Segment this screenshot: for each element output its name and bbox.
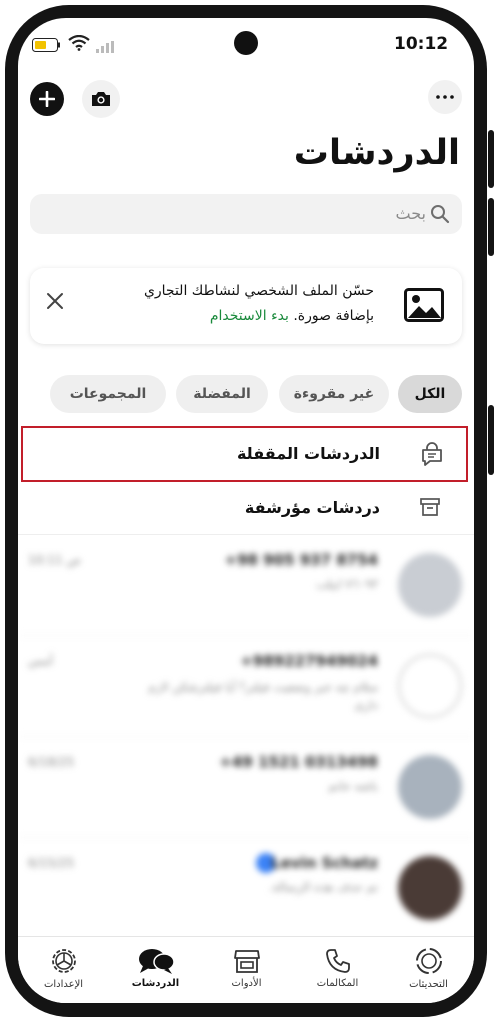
chat-time: أمس: [28, 654, 54, 668]
chat-name: +98 905 937 8754: [224, 551, 378, 569]
filter-all[interactable]: الكل: [398, 375, 462, 413]
filter-favorites[interactable]: المفضلة: [176, 375, 268, 413]
wifi-icon: [68, 34, 90, 55]
page-title: الدردشات: [293, 133, 460, 173]
plus-icon: [39, 91, 55, 107]
tab-settings-label: الإعدادات: [43, 979, 84, 990]
tab-chats[interactable]: الدردشات: [110, 937, 201, 1003]
avatar: [398, 553, 462, 617]
chat-preview: تم حذف هذه الرسالة.: [268, 880, 378, 894]
screen: 10:12 الدردشات بحث حسّن الملف الشخصي لنش…: [18, 18, 474, 1003]
chat-row[interactable]: +989227949024 سلام چه خبر وضعیت فیلتر؟ آ…: [18, 636, 474, 737]
more-icon: [436, 95, 454, 99]
tab-calls[interactable]: المكالمات: [292, 937, 383, 1003]
avatar: [398, 654, 462, 718]
chat-time: 6/18/25: [28, 755, 75, 769]
image-icon: [404, 288, 444, 326]
tab-chats-label: الدردشات: [131, 978, 180, 989]
chats-icon: [138, 949, 175, 974]
camera-button[interactable]: [82, 80, 120, 118]
chat-name: +989227949024: [240, 652, 378, 670]
get-started-link[interactable]: بدء الاستخدام: [210, 308, 289, 324]
tab-updates-label: التحديثات: [409, 979, 448, 990]
updates-icon: [415, 948, 442, 974]
chat-preview: باشه خانم: [328, 779, 378, 793]
chat-row[interactable]: +49 1521 0313498 باشه خانم 6/18/25: [18, 737, 474, 838]
bottom-tab-bar: التحديثات المكالمات الأدوات الدردشات الإ…: [18, 936, 474, 1003]
avatar: [398, 856, 462, 920]
close-icon[interactable]: [46, 292, 64, 314]
chat-preview: ٧٦٠٩٣ ابيلب: [315, 577, 378, 591]
tab-tools[interactable]: الأدوات: [201, 937, 292, 1003]
more-options-button[interactable]: [428, 80, 462, 114]
banner-text: بإضافة صورة. بدء الاستخدام: [210, 308, 374, 324]
camera-icon: [92, 92, 110, 106]
chat-row[interactable]: +98 905 937 8754 ٧٦٠٩٣ ابيلب 10:11 ص: [18, 535, 474, 636]
search-icon: [430, 204, 450, 228]
chat-row[interactable]: Levin Schatz تم حذف هذه الرسالة. 6/15/25: [18, 838, 474, 938]
phone-icon: [325, 949, 350, 973]
filter-unread[interactable]: غير مقروءة: [279, 375, 389, 413]
tab-settings[interactable]: الإعدادات: [18, 937, 109, 1003]
business-profile-banner: حسّن الملف الشخصي لنشاطك التجاري بإضافة …: [30, 268, 462, 344]
tab-tools-label: الأدوات: [231, 978, 262, 989]
volume-down-button: [488, 198, 494, 256]
archived-chats-label: دردشات مؤرشفة: [244, 498, 380, 517]
battery-icon: [32, 37, 62, 56]
tab-updates[interactable]: التحديثات: [383, 937, 474, 1003]
filter-groups[interactable]: المجموعات: [50, 375, 166, 413]
storefront-icon: [233, 950, 260, 973]
new-chat-button[interactable]: [30, 82, 64, 116]
volume-up-button: [488, 130, 494, 188]
tab-calls-label: المكالمات: [316, 978, 359, 989]
gear-icon: [51, 949, 76, 973]
avatar: [398, 755, 462, 819]
archived-chats-row[interactable]: دردشات مؤرشفة: [18, 484, 474, 535]
power-button: [488, 405, 494, 475]
chat-time: 10:11 ص: [28, 553, 81, 567]
chat-preview: سلام چه خبر وضعیت فیلتر؟ آیا فیلترشکن لا…: [148, 680, 378, 712]
locked-chats-highlight: [21, 426, 468, 482]
chat-name: +49 1521 0313498: [219, 753, 378, 771]
search-placeholder: بحث: [395, 204, 427, 223]
archive-icon: [420, 498, 440, 520]
chat-name: Levin Schatz: [271, 854, 378, 872]
banner-title: حسّن الملف الشخصي لنشاطك التجاري: [143, 283, 374, 299]
banner-text-prefix: بإضافة صورة.: [293, 308, 374, 324]
status-time: 10:12: [394, 34, 449, 54]
front-camera: [234, 31, 258, 55]
chat-time: 6/15/25: [28, 856, 75, 870]
search-bar[interactable]: بحث: [30, 194, 462, 234]
signal-icon: [96, 38, 116, 57]
